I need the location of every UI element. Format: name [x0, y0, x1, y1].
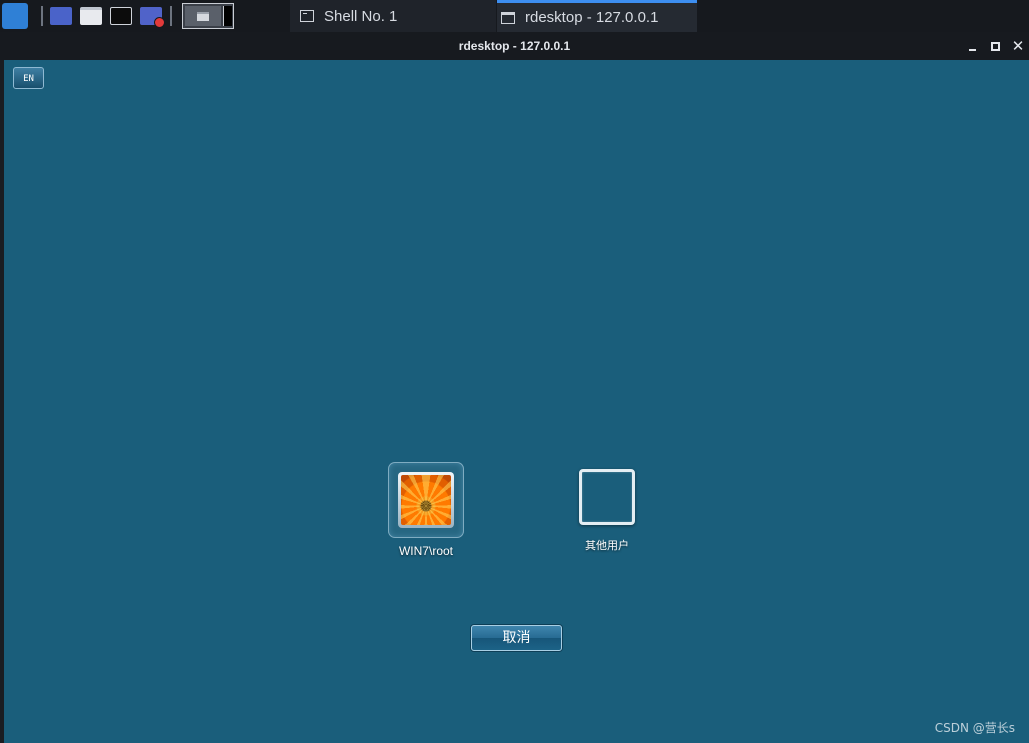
user-tile-frame[interactable] [388, 462, 464, 538]
user-tile-other[interactable]: 其他用户 [567, 462, 647, 553]
app-launcher-icon[interactable] [50, 7, 72, 25]
close-icon[interactable]: ✕ [1011, 39, 1025, 54]
kali-menu-icon[interactable] [2, 3, 28, 29]
minimize-icon[interactable] [966, 39, 980, 53]
workspace-2[interactable] [223, 6, 232, 26]
taskbar-separator [170, 6, 172, 26]
language-indicator-button[interactable]: EN [13, 67, 44, 89]
task-shell[interactable]: Shell No. 1 [290, 0, 496, 32]
terminal-launcher-icon[interactable] [110, 7, 132, 25]
other-user-label: 其他用户 [585, 539, 629, 552]
window-titlebar[interactable]: rdesktop - 127.0.0.1 ✕ [0, 32, 1029, 60]
avatar-frame [398, 472, 454, 528]
user-name-label: WIN7\root [398, 544, 453, 558]
remote-desktop: EN WIN7\root 其他用户 取消 [4, 60, 1029, 743]
cancel-button[interactable]: 取消 [471, 625, 562, 651]
flower-petals [401, 475, 451, 525]
screen: Shell No. 1 rdesktop - 127.0.0.1 rdeskto… [0, 0, 1029, 743]
task-shell-label: Shell No. 1 [324, 7, 398, 25]
flower-avatar-icon [401, 475, 451, 525]
workspace-switcher[interactable] [182, 3, 234, 29]
taskbar: Shell No. 1 rdesktop - 127.0.0.1 [0, 0, 1029, 32]
window-thumbnail-icon [197, 12, 209, 21]
screen-recorder-icon[interactable] [140, 7, 165, 28]
terminal-icon [300, 10, 314, 22]
window-title: rdesktop - 127.0.0.1 [458, 39, 571, 53]
task-rdesktop-label: rdesktop - 127.0.0.1 [525, 9, 659, 26]
user-tile-root[interactable]: WIN7\root [386, 462, 466, 558]
file-manager-icon[interactable] [80, 7, 102, 25]
record-dot-icon [154, 17, 165, 28]
task-rdesktop[interactable]: rdesktop - 127.0.0.1 [497, 0, 697, 32]
taskbar-separator [41, 6, 43, 26]
watermark-text: CSDN @营长s [934, 721, 1015, 735]
maximize-icon[interactable] [988, 39, 1002, 53]
window-icon [501, 11, 515, 24]
empty-avatar-frame[interactable] [579, 469, 635, 525]
workspace-1[interactable] [185, 6, 221, 26]
